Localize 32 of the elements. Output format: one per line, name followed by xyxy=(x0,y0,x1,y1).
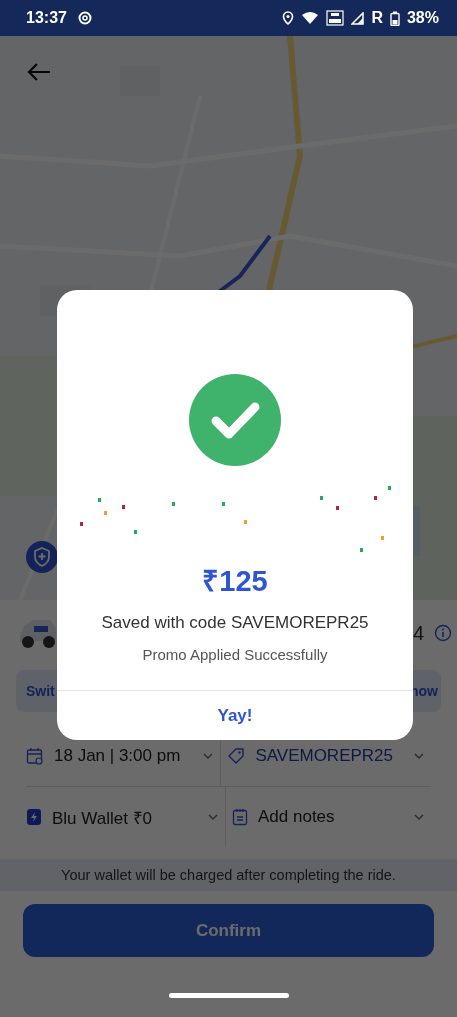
calendar-icon xyxy=(26,747,44,765)
info-icon[interactable] xyxy=(434,624,452,642)
battery-level: 38% xyxy=(406,9,439,27)
confirm-button[interactable]: Confirm xyxy=(23,904,434,957)
fare-text: 4 xyxy=(412,621,424,645)
promo-subtitle: Promo Applied Successfully xyxy=(142,646,328,663)
back-icon[interactable] xyxy=(26,62,52,82)
promo-message: Saved with code SAVEMOREPR25 xyxy=(101,613,369,633)
location-icon xyxy=(282,11,295,25)
success-check-icon xyxy=(189,374,281,466)
tag-icon xyxy=(227,747,246,765)
chevron-down-icon xyxy=(207,813,219,821)
banner-text: Swit xyxy=(26,683,55,699)
roaming-indicator: R xyxy=(371,9,383,27)
app-notification-icon xyxy=(77,11,92,25)
notes-icon xyxy=(232,808,248,826)
savings-amount: ₹125 xyxy=(202,564,268,599)
wallet-notice: Your wallet will be charged after completing the ride. xyxy=(0,859,457,891)
shield-icon[interactable] xyxy=(26,541,58,573)
wallet-selector[interactable]: Blu Wallet ₹0 xyxy=(26,787,226,847)
battery-icon xyxy=(389,10,400,26)
yay-button[interactable]: Yay! xyxy=(57,690,413,740)
car-icon xyxy=(20,618,56,648)
vowifi-icon xyxy=(326,10,345,26)
signal-icon xyxy=(351,11,365,25)
wifi-icon xyxy=(301,11,320,25)
chevron-down-icon xyxy=(413,813,425,821)
notes-selector[interactable]: Add notes xyxy=(226,787,431,847)
chevron-down-icon xyxy=(202,752,215,760)
clock: 13:37 xyxy=(26,9,67,27)
wallet-logo-icon xyxy=(26,808,42,826)
chevron-down-icon xyxy=(413,752,425,760)
